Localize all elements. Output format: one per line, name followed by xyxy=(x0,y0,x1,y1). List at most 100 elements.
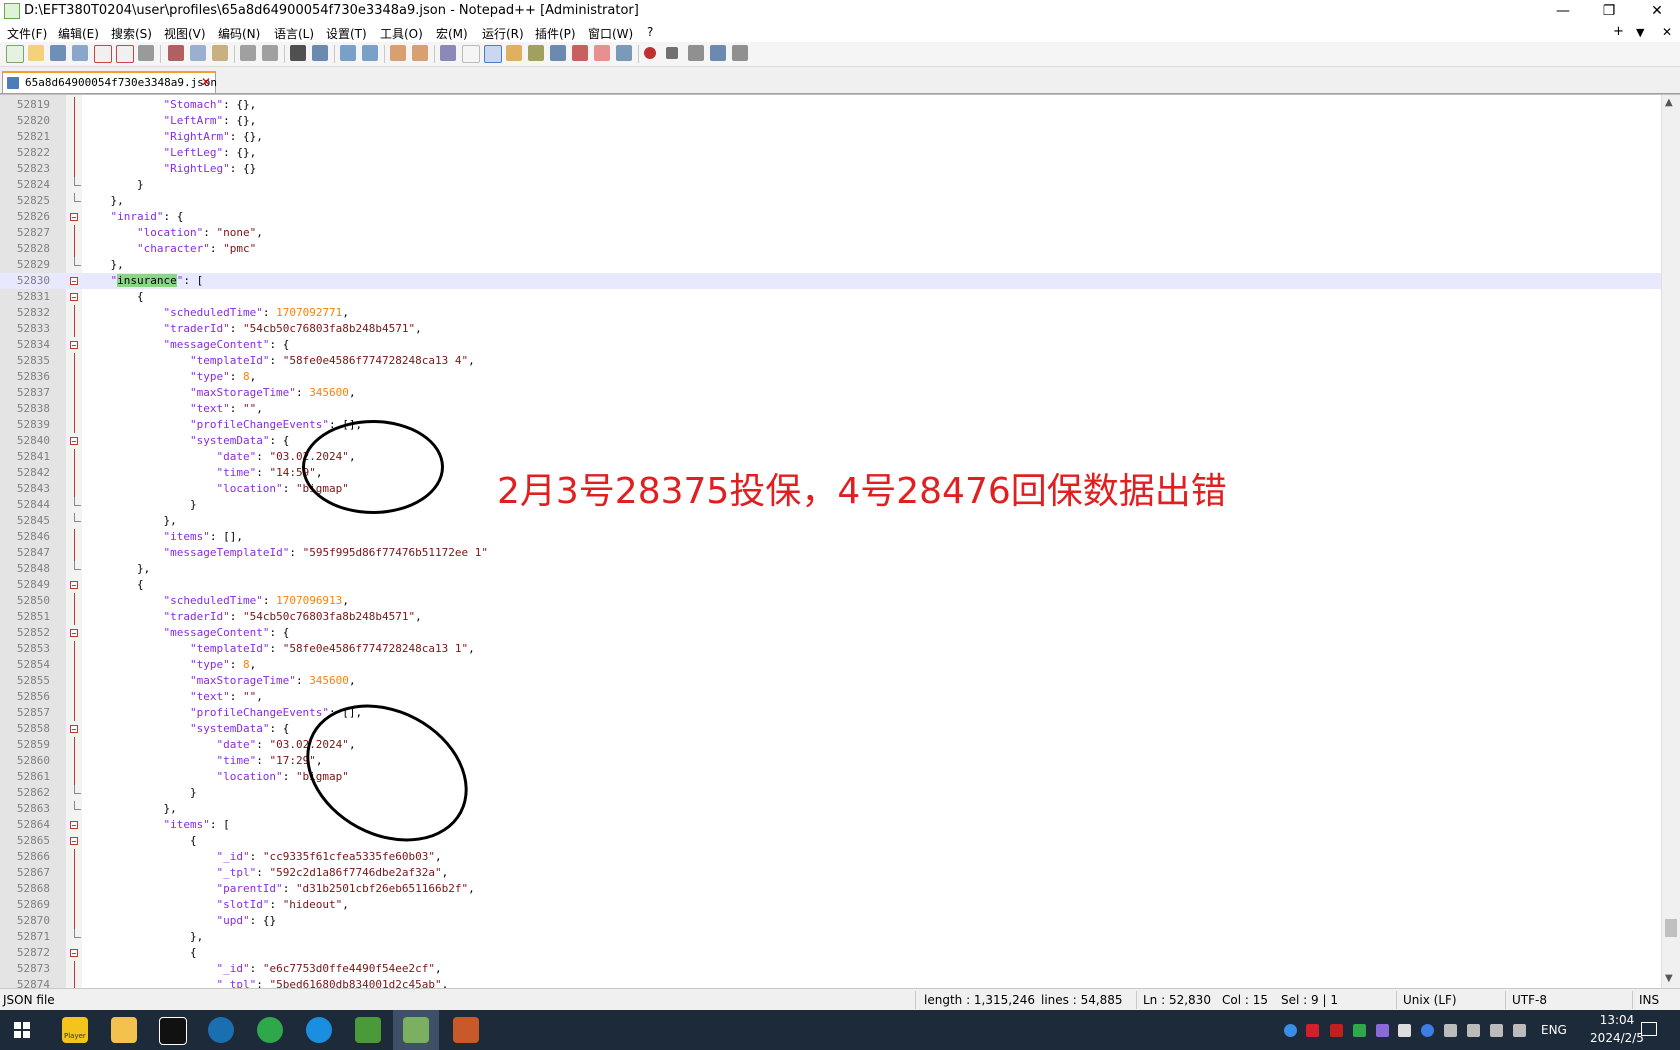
new-file-icon[interactable] xyxy=(6,45,24,63)
code-line[interactable]: 52824 } xyxy=(0,177,1662,193)
menu-encoding[interactable]: 编码(N) xyxy=(218,25,260,42)
cut-icon[interactable] xyxy=(168,45,184,61)
menu-help[interactable]: ? xyxy=(647,25,653,39)
code-line[interactable]: 52858 "systemData": { xyxy=(0,721,1662,737)
menu-run[interactable]: 运行(R) xyxy=(482,25,524,42)
code-line[interactable]: 52822 "LeftLeg": {}, xyxy=(0,145,1662,161)
code-line[interactable]: 52861 "location": "bigmap" xyxy=(0,769,1662,785)
security-app-icon[interactable] xyxy=(1330,1024,1343,1037)
menu-search[interactable]: 搜索(S) xyxy=(111,25,152,42)
restore-button[interactable]: ❐ xyxy=(1586,0,1632,22)
code-line[interactable]: 52866 "_id": "cc9335f61cfea5335fe60b03", xyxy=(0,849,1662,865)
file-explorer-icon[interactable] xyxy=(111,1017,137,1043)
word-wrap-icon[interactable] xyxy=(440,45,456,61)
clock-time[interactable]: 13:04 xyxy=(1591,1013,1643,1027)
menu-file[interactable]: 文件(F) xyxy=(7,25,47,42)
code-line[interactable]: 52856 "text": "", xyxy=(0,689,1662,705)
code-line[interactable]: 52828 "character": "pmc" xyxy=(0,241,1662,257)
paste-icon[interactable] xyxy=(212,45,228,61)
bluetooth-icon[interactable] xyxy=(1421,1024,1434,1037)
code-line[interactable]: 52840 "systemData": { xyxy=(0,433,1662,449)
amd-icon[interactable] xyxy=(1306,1024,1319,1037)
code-line[interactable]: 52859 "date": "03.02.2024", xyxy=(0,737,1662,753)
find-icon[interactable] xyxy=(290,45,306,61)
code-line[interactable]: 52852 "messageContent": { xyxy=(0,625,1662,641)
close-file-icon[interactable] xyxy=(94,45,112,63)
notepadpp-task-icon[interactable] xyxy=(403,1017,429,1043)
save-icon[interactable] xyxy=(50,45,66,61)
autumn-app-icon[interactable] xyxy=(453,1017,479,1043)
print-icon[interactable] xyxy=(138,45,154,61)
code-line[interactable]: 52851 "traderId": "54cb50c76803fa8b248b4… xyxy=(0,609,1662,625)
sync-horizontal-icon[interactable] xyxy=(412,45,428,61)
tray-device-icon[interactable] xyxy=(1376,1024,1389,1037)
language-indicator[interactable]: ENG xyxy=(1541,1023,1567,1037)
close-button[interactable]: ✕ xyxy=(1634,0,1680,22)
fold-toggle-icon[interactable] xyxy=(70,821,78,829)
tray-network-icon[interactable] xyxy=(1398,1024,1411,1037)
edge-browser-icon[interactable] xyxy=(306,1017,332,1043)
code-line[interactable]: 52857 "profileChangeEvents": [], xyxy=(0,705,1662,721)
code-line[interactable]: 52847 "messageTemplateId": "595f995d86f7… xyxy=(0,545,1662,561)
close-tab-button[interactable]: ✕ xyxy=(1662,25,1672,39)
menu-plugins[interactable]: 插件(P) xyxy=(535,25,576,42)
game-launcher-icon[interactable] xyxy=(355,1017,381,1043)
file-tab[interactable]: 65a8d64900054f730e3348a9.json ✕ xyxy=(2,71,217,93)
fold-toggle-icon[interactable] xyxy=(70,437,78,445)
code-line[interactable]: 52820 "LeftArm": {}, xyxy=(0,113,1662,129)
folder-as-workspace-icon[interactable] xyxy=(572,45,588,61)
app-launcher-icon[interactable] xyxy=(159,1017,187,1045)
vertical-scrollbar[interactable]: ▲ ▼ xyxy=(1661,95,1680,988)
fold-toggle-icon[interactable] xyxy=(70,629,78,637)
code-line[interactable]: 52863 }, xyxy=(0,801,1662,817)
scroll-up-arrow-icon[interactable]: ▲ xyxy=(1665,97,1673,108)
replace-icon[interactable] xyxy=(312,45,328,61)
menu-edit[interactable]: 编辑(E) xyxy=(58,25,99,42)
minimize-button[interactable]: — xyxy=(1540,0,1586,22)
fold-toggle-icon[interactable] xyxy=(70,581,78,589)
code-line[interactable]: 52829 }, xyxy=(0,257,1662,273)
code-line[interactable]: 52834 "messageContent": { xyxy=(0,337,1662,353)
code-line[interactable]: 52869 "slotId": "hideout", xyxy=(0,897,1662,913)
fold-toggle-icon[interactable] xyxy=(70,213,78,221)
code-line[interactable]: 52865 { xyxy=(0,833,1662,849)
zoom-in-icon[interactable] xyxy=(340,45,356,61)
menu-window[interactable]: 窗口(W) xyxy=(588,25,633,42)
code-line[interactable]: 52867 "_tpl": "592c2d1a86f7746dbe2af32a"… xyxy=(0,865,1662,881)
document-map-icon[interactable] xyxy=(528,45,544,61)
code-line[interactable]: 52830 "insurance": [ xyxy=(0,273,1662,289)
clock-date[interactable]: 2024/2/5 xyxy=(1585,1031,1649,1045)
copy-icon[interactable] xyxy=(190,45,206,61)
code-line[interactable]: 52838 "text": "", xyxy=(0,401,1662,417)
code-line[interactable]: 52870 "upd": {} xyxy=(0,913,1662,929)
code-line[interactable]: 52849 { xyxy=(0,577,1662,593)
scrollbar-thumb[interactable] xyxy=(1665,919,1677,937)
monitoring-icon[interactable] xyxy=(594,45,610,61)
code-line[interactable]: 52871 }, xyxy=(0,929,1662,945)
verify-app-icon[interactable] xyxy=(208,1017,234,1043)
network-icon[interactable] xyxy=(1490,1024,1503,1037)
language-icon[interactable] xyxy=(506,45,522,61)
fold-toggle-icon[interactable] xyxy=(70,837,78,845)
new-tab-button[interactable]: + xyxy=(1613,24,1624,39)
tab-close-icon[interactable]: ✕ xyxy=(201,75,211,89)
code-line[interactable]: 52846 "items": [], xyxy=(0,529,1662,545)
menu-view[interactable]: 视图(V) xyxy=(164,25,206,42)
code-line[interactable]: 52821 "RightArm": {}, xyxy=(0,129,1662,145)
zoom-out-icon[interactable] xyxy=(362,45,378,61)
code-line[interactable]: 52850 "scheduledTime": 1707096913, xyxy=(0,593,1662,609)
code-line[interactable]: 52872 { xyxy=(0,945,1662,961)
save-all-icon[interactable] xyxy=(72,45,88,61)
status-eol[interactable]: Unix (LF) xyxy=(1403,993,1457,1007)
fold-toggle-icon[interactable] xyxy=(70,341,78,349)
code-line[interactable]: 52819 "Stomach": {}, xyxy=(0,97,1662,113)
code-line[interactable]: 52860 "time": "17:29", xyxy=(0,753,1662,769)
code-line[interactable]: 52835 "templateId": "58fe0e4586f77472824… xyxy=(0,353,1662,369)
function-list-icon[interactable] xyxy=(550,45,566,61)
menu-settings[interactable]: 设置(T) xyxy=(326,25,367,42)
code-line[interactable]: 52827 "location": "none", xyxy=(0,225,1662,241)
code-editor[interactable]: 52819 "Stomach": {}, 52820 "LeftArm": {},… xyxy=(0,94,1680,988)
start-button[interactable] xyxy=(14,1022,30,1038)
code-line[interactable]: 52826 "inraid": { xyxy=(0,209,1662,225)
code-line[interactable]: 52839 "profileChangeEvents": [], xyxy=(0,417,1662,433)
